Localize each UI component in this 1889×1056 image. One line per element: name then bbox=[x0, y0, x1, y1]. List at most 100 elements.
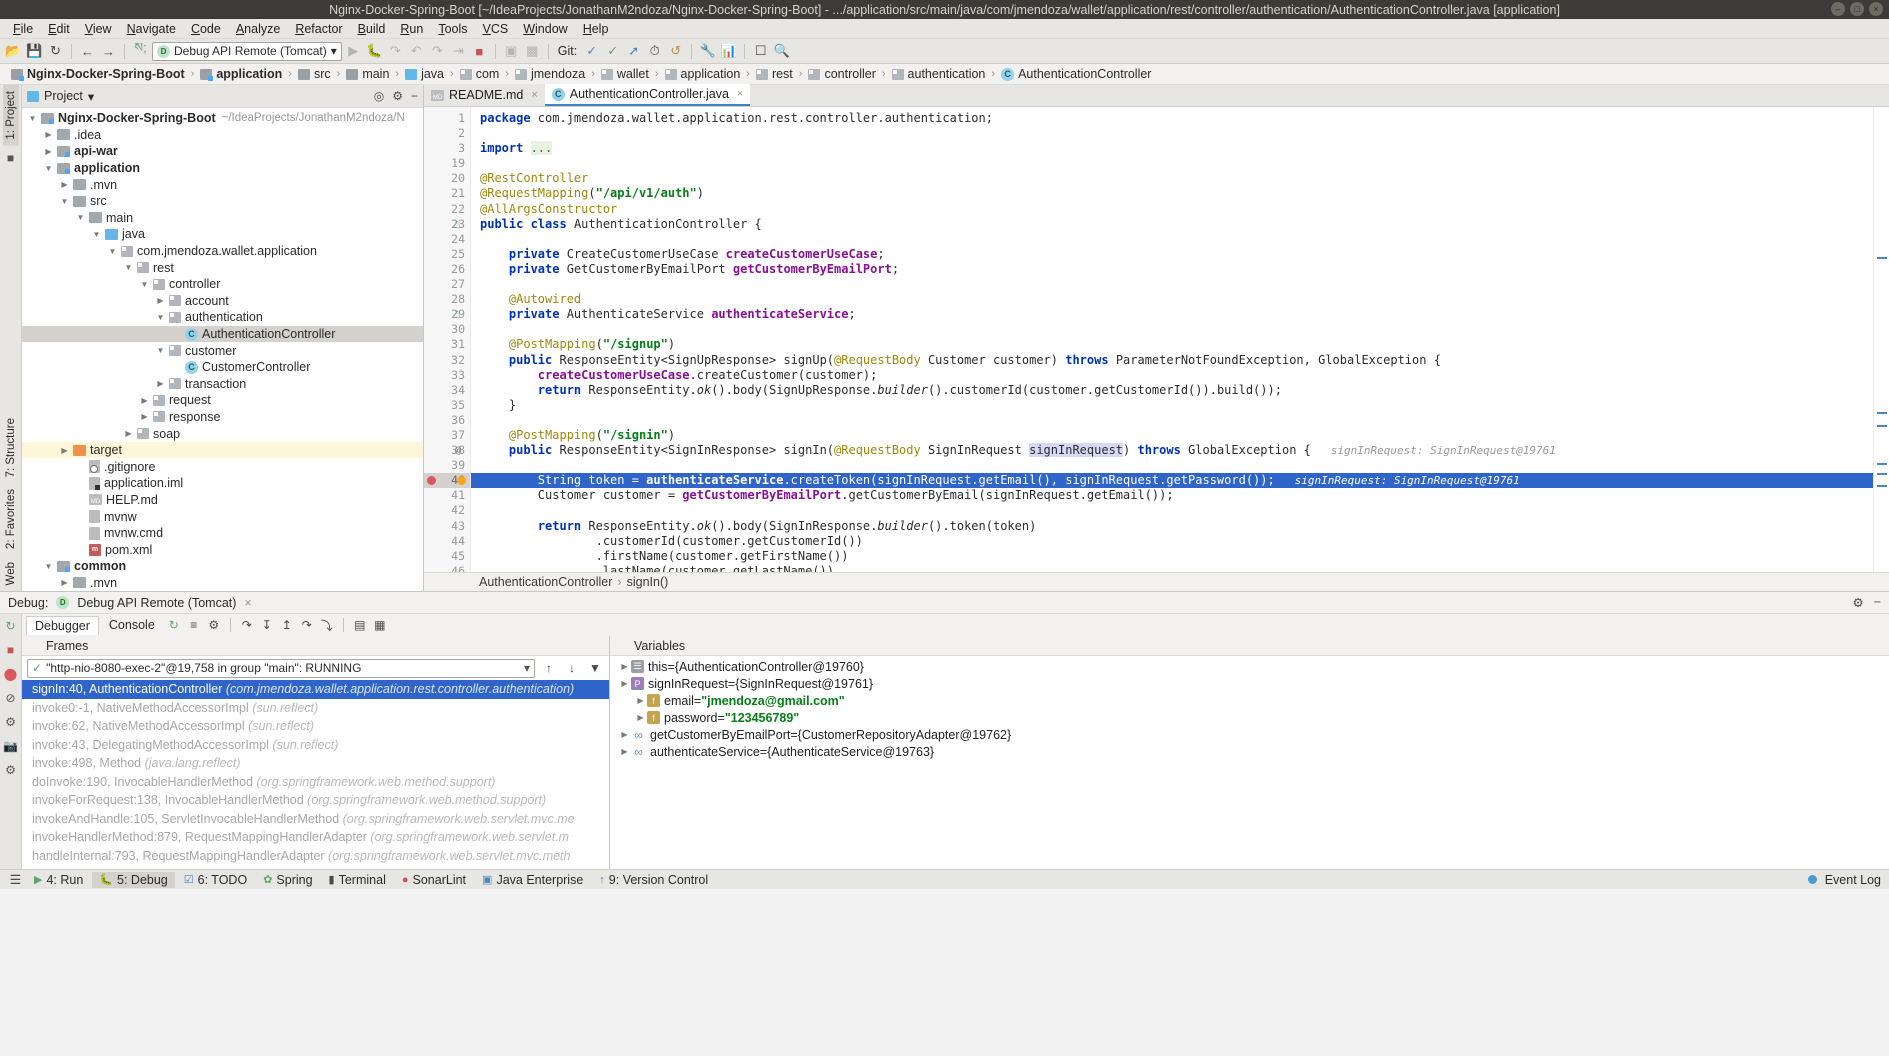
chevron-down-icon[interactable]: ▼ bbox=[154, 313, 167, 322]
gutter-line-45[interactable]: 45 bbox=[424, 549, 470, 564]
frame-row[interactable]: invoke:498, Method (java.lang.reflect) bbox=[22, 754, 609, 773]
close-icon[interactable]: × bbox=[737, 88, 743, 100]
settings-icon[interactable]: ⚙ bbox=[5, 715, 16, 729]
gutter-line-21[interactable]: 21 bbox=[424, 186, 470, 201]
minimize-button[interactable]: – bbox=[1831, 2, 1845, 16]
camera-icon[interactable]: 📷 bbox=[3, 739, 18, 753]
editor-tab-authenticationcontroller-java[interactable]: C AuthenticationController.java × bbox=[544, 84, 751, 106]
menu-item-refactor[interactable]: Refactor bbox=[288, 21, 349, 37]
crosshair-icon[interactable]: ◎ bbox=[374, 89, 384, 103]
code-fold-placeholder[interactable]: ... bbox=[530, 141, 553, 156]
sidebar-item-web[interactable]: Web bbox=[3, 556, 19, 591]
chevron-right-icon[interactable]: ▶ bbox=[138, 412, 151, 421]
close-icon[interactable]: × bbox=[244, 596, 251, 610]
gutter-line-31[interactable]: 31 bbox=[424, 337, 470, 352]
mute-breakpoints-icon[interactable]: ⊘ bbox=[5, 691, 15, 705]
chevron-right-icon[interactable]: ▶ bbox=[618, 679, 631, 688]
pin-icon[interactable]: ⚙ bbox=[5, 763, 16, 777]
tree-item--gitignore[interactable]: .gitignore bbox=[22, 458, 423, 475]
sync-icon[interactable]: ↻ bbox=[46, 42, 65, 61]
code-line-25[interactable]: private CreateCustomerUseCase createCust… bbox=[471, 247, 1873, 262]
menu-item-view[interactable]: View bbox=[78, 21, 119, 37]
step-into-icon[interactable]: ↶ bbox=[407, 42, 426, 61]
tree-item-application[interactable]: ▼ application bbox=[22, 160, 423, 177]
chevron-right-icon[interactable]: ▶ bbox=[154, 296, 167, 305]
menu-item-file[interactable]: File bbox=[6, 21, 40, 37]
menu-item-help[interactable]: Help bbox=[576, 21, 616, 37]
tree-item-api-war[interactable]: ▶ api-war bbox=[22, 143, 423, 160]
breadcrumb-item-wallet[interactable]: wallet bbox=[598, 67, 652, 81]
chevron-right-icon[interactable]: ▶ bbox=[42, 147, 55, 156]
chevron-down-icon[interactable]: ▾ bbox=[524, 661, 530, 675]
chevron-right-icon[interactable]: ▶ bbox=[618, 662, 631, 671]
menu-item-tools[interactable]: Tools bbox=[431, 21, 474, 37]
project-view-chevron-icon[interactable]: ▾ bbox=[88, 89, 94, 104]
gutter-line-34[interactable]: 34 bbox=[424, 383, 470, 398]
maximize-button[interactable]: □ bbox=[1850, 2, 1864, 16]
chevron-down-icon[interactable]: ▼ bbox=[122, 263, 135, 272]
debug-tab-debugger[interactable]: Debugger bbox=[26, 615, 99, 635]
gutter-line-27[interactable]: 27 bbox=[424, 277, 470, 292]
tree-item-help-md[interactable]: MD HELP.md bbox=[22, 492, 423, 509]
tree-item-authentication[interactable]: ▼ authentication bbox=[22, 309, 423, 326]
frames-up-icon[interactable]: ↑ bbox=[540, 659, 558, 677]
tree-item-mvnw[interactable]: mvnw bbox=[22, 508, 423, 525]
menu-item-window[interactable]: Window bbox=[516, 21, 574, 37]
step-out-icon[interactable]: ↷ bbox=[428, 42, 447, 61]
breadcrumb-item-authenticationcontroller[interactable]: C AuthenticationController bbox=[998, 67, 1154, 81]
update-project-icon[interactable]: ✓ bbox=[582, 42, 601, 61]
tree-item-rest[interactable]: ▼ rest bbox=[22, 259, 423, 276]
gutter-line-41[interactable]: 41 bbox=[424, 488, 470, 503]
code-line-1[interactable]: package com.jmendoza.wallet.application.… bbox=[471, 111, 1873, 126]
code-line-19[interactable] bbox=[471, 156, 1873, 171]
menu-item-run[interactable]: Run bbox=[393, 21, 430, 37]
code-line-38[interactable]: public ResponseEntity<SignInResponse> si… bbox=[471, 443, 1873, 458]
tree-item--idea[interactable]: ▶ .idea bbox=[22, 127, 423, 144]
gutter-line-39[interactable]: 39 bbox=[424, 458, 470, 473]
open-project-icon[interactable]: 📂 bbox=[4, 42, 23, 61]
gutter-line-23[interactable]: ☃ 23 bbox=[424, 217, 470, 232]
tree-item-com-jmendoza-wallet-application[interactable]: ▼ com.jmendoza.wallet.application bbox=[22, 243, 423, 260]
chevron-right-icon[interactable]: ▶ bbox=[58, 446, 71, 455]
tree-item-transaction[interactable]: ▶ transaction bbox=[22, 376, 423, 393]
chevron-down-icon[interactable]: ▼ bbox=[154, 346, 167, 355]
frame-row[interactable]: invoke0:-1, NativeMethodAccessorImpl (su… bbox=[22, 699, 609, 718]
frame-row[interactable]: handleInternal:793, RequestMappingHandle… bbox=[22, 847, 609, 866]
frame-row[interactable]: invokeAndHandle:105, ServletInvocableHan… bbox=[22, 810, 609, 829]
sidebar-item-favorites[interactable]: 2: Favorites bbox=[3, 483, 19, 555]
tree-item-controller[interactable]: ▼ controller bbox=[22, 276, 423, 293]
gutter-line-46[interactable]: 46 bbox=[424, 564, 470, 572]
code-line-21[interactable]: @RequestMapping("/api/v1/auth") bbox=[471, 186, 1873, 201]
chevron-down-icon[interactable]: ▼ bbox=[74, 213, 87, 222]
chevron-right-icon[interactable]: ▶ bbox=[138, 396, 151, 405]
menu-item-analyze[interactable]: Analyze bbox=[229, 21, 287, 37]
breadcrumb-item-com[interactable]: com bbox=[457, 67, 503, 81]
code-line-27[interactable] bbox=[471, 277, 1873, 292]
menu-item-edit[interactable]: Edit bbox=[41, 21, 77, 37]
code-line-40[interactable]: String token = authenticateService.creat… bbox=[471, 473, 1873, 489]
close-icon[interactable]: × bbox=[531, 89, 537, 101]
chevron-down-icon[interactable]: ▼ bbox=[90, 230, 103, 239]
tree-item-common[interactable]: ▼ common bbox=[22, 558, 423, 575]
code-line-3[interactable]: import ... bbox=[471, 141, 1873, 156]
gear-icon[interactable]: ⚙ bbox=[1852, 595, 1863, 610]
gutter-line-43[interactable]: 43 bbox=[424, 519, 470, 534]
gutter-line-22[interactable]: 22 bbox=[424, 202, 470, 217]
chevron-down-icon[interactable]: ▼ bbox=[42, 164, 55, 173]
compile-icon[interactable]: ས; bbox=[131, 40, 150, 61]
project-strip-icon[interactable]: ■ bbox=[7, 151, 14, 165]
minus-icon[interactable]: − bbox=[411, 89, 418, 103]
status-bar-item-6-todo[interactable]: ☑ 6: TODO bbox=[177, 872, 254, 888]
sidebar-item-structure[interactable]: 7: Structure bbox=[3, 412, 19, 483]
step-out-icon[interactable]: ↥ bbox=[278, 616, 296, 634]
run-to-cursor-icon[interactable]: ⇥ bbox=[449, 42, 468, 61]
save-all-icon[interactable]: 💾 bbox=[25, 42, 44, 61]
editor-breadcrumb-method[interactable]: signIn() bbox=[627, 575, 669, 589]
tree-item-response[interactable]: ▶ response bbox=[22, 409, 423, 426]
stop-debug-icon[interactable]: ■ bbox=[7, 643, 14, 657]
restore-layout-icon[interactable]: ≡ bbox=[185, 616, 203, 634]
gutter-line-44[interactable]: 44 bbox=[424, 534, 470, 549]
variables-list[interactable]: ▶ ☰ this = {AuthenticationController@19760… bbox=[610, 656, 1889, 869]
tree-item-src[interactable]: ▼ src bbox=[22, 193, 423, 210]
code-line-24[interactable] bbox=[471, 232, 1873, 247]
